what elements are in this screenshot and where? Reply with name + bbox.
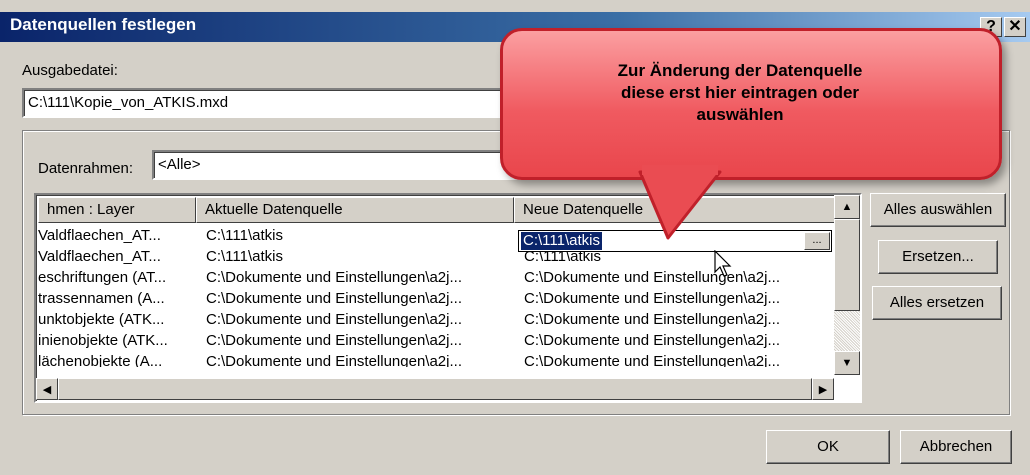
callout-line: auswählen	[696, 105, 784, 124]
dialog-window: Datenquellen festlegen ? ✕ Ausgabedatei:…	[0, 0, 1030, 475]
callout-text: Zur Änderung der Datenquelle diese erst …	[520, 60, 960, 126]
mouse-pointer-icon	[714, 250, 732, 277]
callout-line: diese erst hier eintragen oder	[620, 83, 860, 102]
callout-line: Zur Änderung der Datenquelle	[617, 61, 863, 80]
